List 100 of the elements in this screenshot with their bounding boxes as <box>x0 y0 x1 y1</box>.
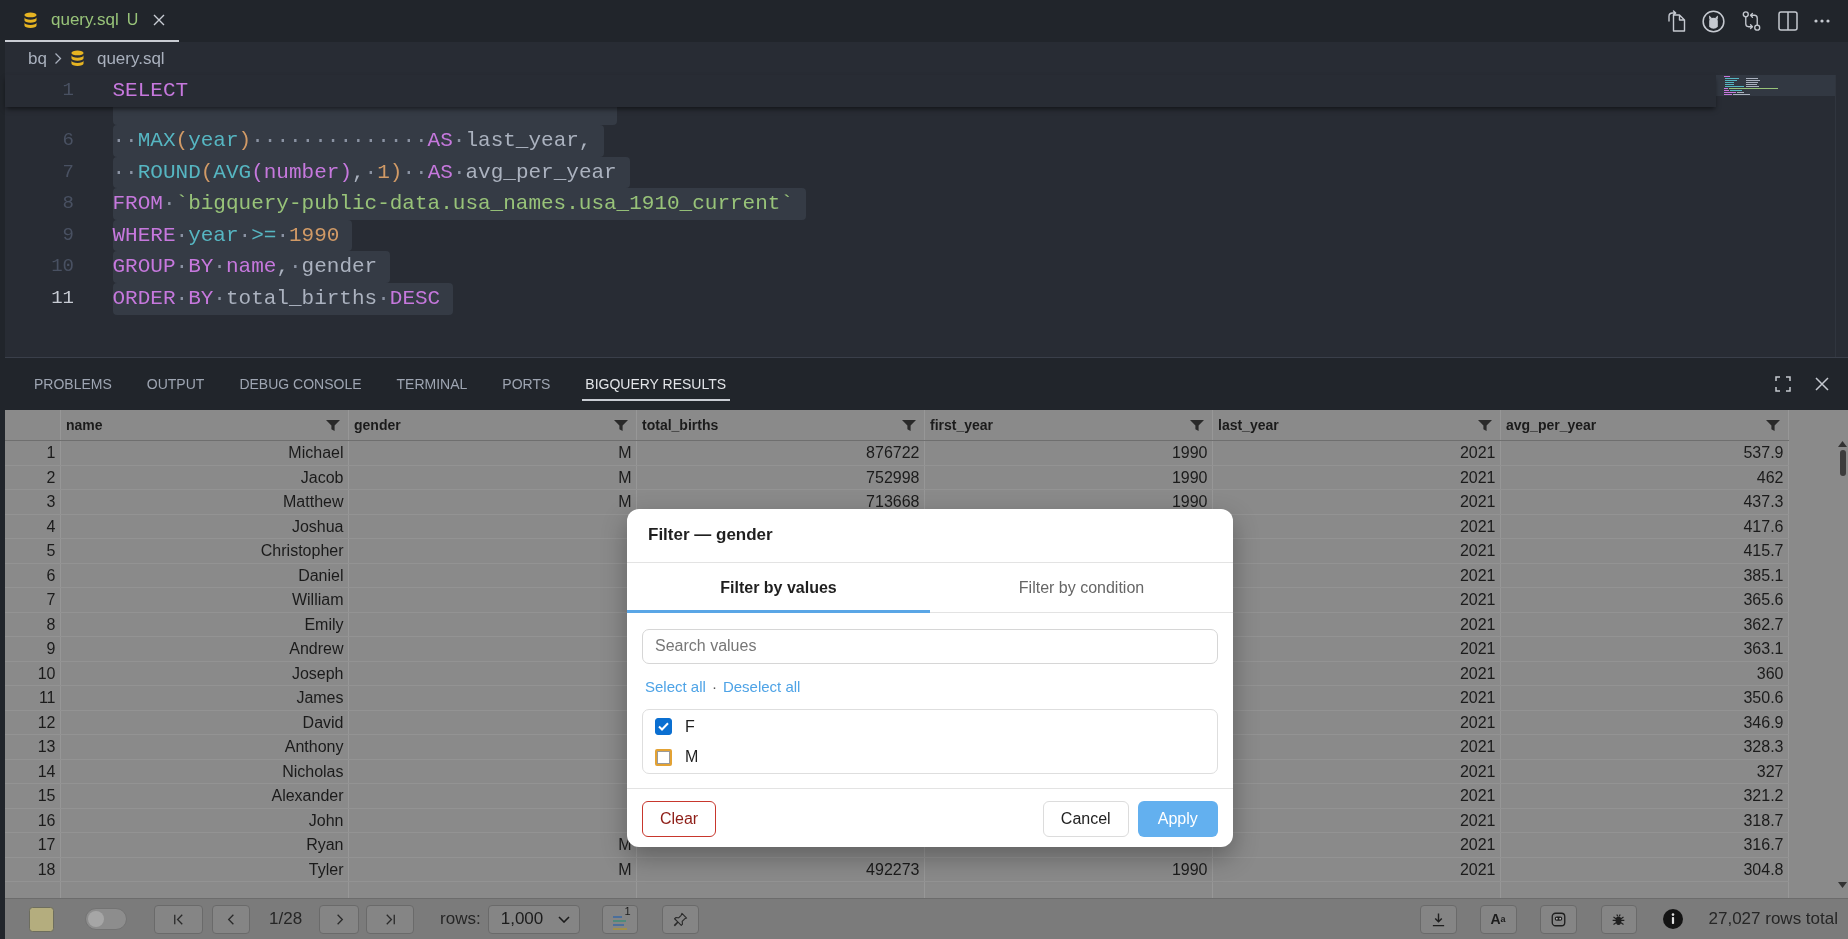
panel-tab[interactable]: BIGQUERY RESULTS <box>581 367 730 401</box>
table-cell: 2021 <box>1459 664 1496 682</box>
file-arrow-icon[interactable] <box>1667 10 1686 32</box>
table-cell: M <box>618 493 632 510</box>
table-cell: 2021 <box>1459 762 1496 780</box>
table-cell: 385.1 <box>1743 566 1784 584</box>
table-cell: 2021 <box>1459 444 1496 461</box>
table-cell: 1990 <box>1171 860 1208 878</box>
stacked-lines-button[interactable]: 1 <box>601 904 638 934</box>
pin-button[interactable] <box>661 904 699 934</box>
row-number: 10 <box>37 664 56 682</box>
row-number: 8 <box>46 615 56 633</box>
bug-button[interactable] <box>1600 904 1637 934</box>
column-header[interactable]: gender <box>354 417 401 433</box>
table-cell: 2021 <box>1459 787 1496 804</box>
scroll-down-icon[interactable] <box>1838 882 1847 888</box>
panel-tab[interactable]: DEBUG CONSOLE <box>235 367 365 401</box>
table-cell: 2021 <box>1459 615 1496 633</box>
table-cell: M <box>618 860 632 878</box>
database-icon <box>24 11 37 29</box>
more-icon[interactable] <box>1814 19 1830 23</box>
scroll-up-icon[interactable] <box>1838 441 1847 447</box>
table-cell: M <box>618 468 632 486</box>
table-cell: 2021 <box>1459 836 1496 853</box>
funnel-icon[interactable] <box>901 419 916 431</box>
checkbox[interactable] <box>655 748 672 766</box>
table-cell: 2021 <box>1459 811 1496 829</box>
search-field[interactable]: Search values <box>642 628 1218 664</box>
close-icon[interactable] <box>153 14 166 26</box>
table-cell: Matthew <box>283 493 344 510</box>
stacked-lines-icon <box>611 916 628 930</box>
table-cell: Joshua <box>291 517 344 535</box>
table-cell: 876722 <box>866 444 920 461</box>
row-number: 3 <box>46 493 56 510</box>
dialog-title: Filter — gender <box>648 525 773 546</box>
dialog-tab[interactable]: Filter by condition <box>930 562 1233 613</box>
maximize-icon[interactable] <box>1775 376 1791 392</box>
scrollbar-thumb[interactable] <box>1840 450 1846 476</box>
checkbox-label: M <box>685 748 699 767</box>
column-header[interactable]: last_year <box>1218 417 1279 433</box>
toggle-switch[interactable] <box>85 908 127 930</box>
checkbox[interactable] <box>655 718 672 736</box>
table-cell: Anthony <box>284 738 344 755</box>
pin-icon <box>672 911 688 927</box>
close-icon[interactable] <box>1815 377 1829 391</box>
table-cell: 2021 <box>1459 640 1496 657</box>
download-icon <box>1430 911 1446 927</box>
cat-logo-icon[interactable] <box>1702 9 1725 33</box>
download-button[interactable] <box>1419 904 1457 934</box>
square-swatch-icon[interactable] <box>29 906 54 932</box>
panel-tab[interactable]: OUTPUT <box>143 367 208 401</box>
rows-select[interactable]: 1,000 <box>487 904 580 934</box>
cancel-button[interactable]: Cancel <box>1042 800 1129 837</box>
table-cell: 537.9 <box>1743 444 1784 461</box>
panel-tab[interactable]: PROBLEMS <box>30 367 116 401</box>
column-header[interactable]: total_births <box>642 417 719 433</box>
funnel-icon[interactable] <box>613 419 628 431</box>
table-cell: 2021 <box>1459 713 1496 731</box>
code-line: SELECT <box>112 78 190 104</box>
count-indicator: 1 <box>624 905 631 917</box>
panel-tab[interactable]: PORTS <box>498 367 554 401</box>
row-number: 16 <box>37 811 56 829</box>
breadcrumb-item[interactable]: bq <box>28 48 47 69</box>
row-number: 9 <box>46 640 56 657</box>
table-cell: 2021 <box>1459 591 1496 608</box>
funnel-icon[interactable] <box>1765 419 1780 431</box>
checkmark-icon <box>658 722 669 732</box>
row-number: 4 <box>46 517 56 535</box>
breadcrumb-item[interactable]: query.sql <box>96 48 165 69</box>
funnel-icon[interactable] <box>1189 419 1204 431</box>
table-cell: 417.6 <box>1743 517 1784 535</box>
panel-tab[interactable]: TERMINAL <box>393 367 471 401</box>
row-number: 7 <box>46 591 56 608</box>
row-number: 6 <box>46 566 56 584</box>
dialog-tab[interactable]: Filter by values <box>627 562 930 613</box>
split-editor-icon[interactable] <box>1778 11 1798 31</box>
table-cell: Michael <box>288 444 344 461</box>
table-cell: 2021 <box>1459 860 1496 878</box>
info-icon[interactable] <box>1662 909 1683 929</box>
column-header[interactable]: first_year <box>930 417 994 433</box>
row-number: 13 <box>37 738 56 755</box>
checkbox-label: F <box>685 717 695 736</box>
clear-button[interactable]: Clear <box>642 800 716 837</box>
column-header[interactable]: name <box>66 417 103 433</box>
row-number: 17 <box>37 836 56 853</box>
table-cell: 365.6 <box>1743 591 1784 608</box>
git-compare-icon[interactable] <box>1741 10 1762 32</box>
table-cell: 327 <box>1756 762 1784 780</box>
table-cell: John <box>308 811 344 829</box>
face-button[interactable] <box>1539 904 1577 934</box>
funnel-icon[interactable] <box>1477 419 1492 431</box>
column-header[interactable]: avg_per_year <box>1506 417 1597 433</box>
row-number: 18 <box>37 860 56 878</box>
table-cell: 437.3 <box>1743 493 1784 510</box>
table-cell: Tyler <box>308 860 344 878</box>
table-cell: 462 <box>1756 468 1784 486</box>
minimap-drawing[interactable] <box>1716 75 1835 96</box>
funnel-icon[interactable] <box>325 419 340 431</box>
table-cell: 350.6 <box>1743 689 1784 706</box>
chevron-right-icon <box>53 52 62 65</box>
